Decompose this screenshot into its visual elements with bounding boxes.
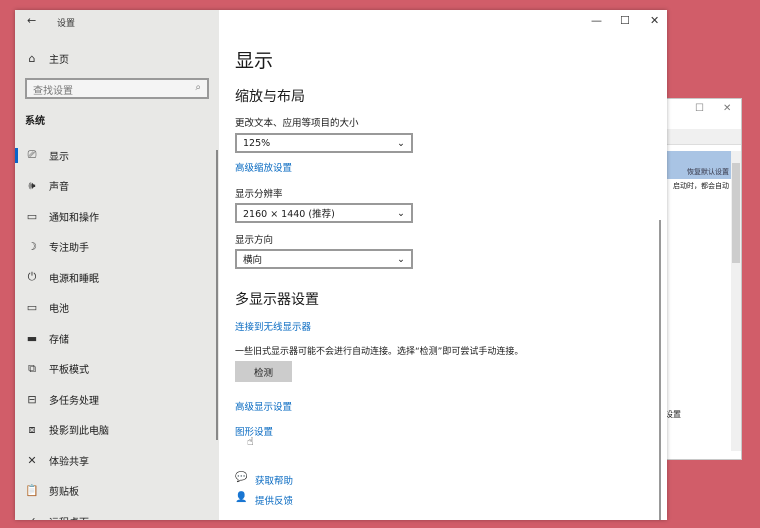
power-sleep-icon: ⏻ — [27, 270, 37, 283]
sidebar-item-label: 投影到此电脑 — [49, 426, 109, 437]
sidebar-item-label: 多任务处理 — [49, 395, 99, 407]
notifications-icon: ▭ — [26, 209, 38, 223]
sidebar-item-clipboard[interactable]: 📋 剪贴板 — [15, 476, 219, 506]
chevron-down-icon: ⌄ — [397, 207, 405, 219]
sidebar-item-label: 通知和操作 — [49, 212, 99, 224]
sidebar-item-battery[interactable]: ▭ 电池 — [15, 293, 219, 323]
sidebar-item-projecting[interactable]: ⧈ 投影到此电脑 — [15, 415, 219, 445]
content-scrollbar[interactable] — [659, 220, 661, 520]
background-titlebar: ☐ ✕ — [665, 99, 741, 123]
projecting-icon: ⧈ — [28, 422, 36, 436]
sidebar-item-shared-experiences[interactable]: ✕ 体验共享 — [15, 445, 219, 475]
tablet-mode-icon: ⧉ — [28, 361, 36, 375]
minimize-button[interactable]: — — [591, 14, 602, 27]
shared-experiences-icon: ✕ — [27, 453, 37, 467]
window-title: 设置 — [57, 19, 76, 29]
orientation-dropdown[interactable]: 横向 ⌄ — [235, 249, 413, 269]
home-label: 主页 — [49, 54, 69, 66]
wireless-display-link[interactable]: 连接到无线显示器 — [235, 319, 311, 333]
toolbar-band — [665, 129, 741, 145]
sidebar-item-label: 电源和睡眠 — [49, 273, 99, 285]
sidebar-item-home[interactable]: ⌂ 主页 — [15, 43, 219, 73]
home-icon: ⌂ — [28, 51, 36, 65]
sidebar-item-label: 剪贴板 — [49, 487, 79, 498]
maximize-button[interactable]: ☐ — [620, 14, 630, 27]
settings-window: ← 设置 ⌂ 主页 查找设置 ⌕ 系统 ⎚ 显示 🕪 声音 ▭ 通知和操作 ☽ 专注助手 ⏻ 电源和睡… — [15, 10, 667, 520]
focus-assist-icon: ☽ — [27, 240, 37, 253]
orientation-label: 显示方向 — [235, 235, 274, 246]
scale-value: 125% — [243, 137, 271, 149]
sidebar-item-label: 平板模式 — [49, 365, 89, 376]
sound-icon: 🕪 — [28, 178, 36, 192]
sidebar-item-label: 远程桌面 — [49, 514, 89, 521]
background-window: ☐ ✕ 恢复默认设置 启动时，都会自动 设置 — [664, 98, 742, 460]
background-bottom-text: 设置 — [665, 410, 681, 419]
search-placeholder: 查找设置 — [33, 86, 73, 97]
sidebar-scrollbar[interactable] — [216, 150, 218, 440]
resolution-value: 2160 × 1440 (推荐) — [243, 209, 335, 220]
sidebar-item-label: 声音 — [49, 182, 69, 193]
maximize-icon[interactable]: ☐ — [695, 103, 704, 114]
sidebar-item-focus-assist[interactable]: ☽ 专注助手 — [15, 232, 219, 262]
restore-defaults-banner[interactable]: 恢复默认设置 — [665, 151, 731, 179]
sidebar-item-label: 电池 — [49, 304, 69, 315]
sidebar-item-multitasking[interactable]: ⊟ 多任务处理 — [15, 384, 219, 414]
sidebar-item-sound[interactable]: 🕪 声音 — [15, 171, 219, 201]
sidebar-item-label: 专注助手 — [49, 243, 89, 254]
detect-button[interactable]: 检测 — [235, 361, 292, 382]
storage-icon: ▬ — [26, 331, 38, 345]
multi-display-heading: 多显示器设置 — [235, 292, 319, 308]
feedback-link[interactable]: 提供反馈 — [255, 493, 293, 507]
battery-icon: ▭ — [26, 301, 38, 314]
sidebar-item-storage[interactable]: ▬ 存储 — [15, 323, 219, 353]
orientation-value: 横向 — [243, 255, 263, 266]
sidebar: ← 设置 ⌂ 主页 查找设置 ⌕ 系统 ⎚ 显示 🕪 声音 ▭ 通知和操作 ☽ 专注助手 ⏻ 电源和睡… — [15, 10, 219, 520]
search-input[interactable]: 查找设置 ⌕ — [25, 78, 209, 99]
resolution-label: 显示分辨率 — [235, 189, 283, 200]
sidebar-item-label: 存储 — [49, 334, 69, 346]
scale-label: 更改文本、应用等项目的大小 — [235, 118, 359, 129]
clipboard-icon: 📋 — [25, 484, 39, 497]
back-arrow-icon[interactable]: ← — [27, 14, 36, 27]
remote-desktop-icon: ✓ — [25, 515, 39, 521]
advanced-scaling-link[interactable]: 高级缩放设置 — [235, 160, 292, 174]
section-heading: 系统 — [25, 116, 45, 127]
sidebar-item-power-sleep[interactable]: ⏻ 电源和睡眠 — [15, 262, 219, 292]
sidebar-item-label: 显示 — [49, 151, 69, 163]
search-icon: ⌕ — [195, 82, 201, 93]
detect-description: 一些旧式显示器可能不会进行自动连接。选择“检测”即可尝试手动连接。 — [235, 347, 524, 357]
chevron-down-icon: ⌄ — [397, 137, 405, 149]
close-icon[interactable]: ✕ — [723, 103, 731, 114]
sidebar-item-display[interactable]: ⎚ 显示 — [15, 140, 219, 170]
close-button[interactable]: ✕ — [650, 14, 659, 27]
sidebar-item-remote-desktop[interactable]: ✓ 远程桌面 — [15, 506, 219, 521]
display-icon: ⎚ — [27, 148, 37, 161]
sidebar-item-tablet-mode[interactable]: ⧉ 平板模式 — [15, 354, 219, 384]
graphics-settings-link[interactable]: 图形设置 — [235, 424, 273, 438]
get-help-link[interactable]: 获取帮助 — [255, 473, 293, 487]
background-text: 启动时，都会自动 — [673, 182, 729, 190]
scrollbar-thumb[interactable] — [732, 163, 740, 263]
hand-cursor-icon: ☝ — [247, 435, 254, 448]
scale-dropdown[interactable]: 125% ⌄ — [235, 133, 413, 153]
page-title: 显示 — [235, 50, 274, 72]
feedback-icon: 👤 — [235, 492, 248, 503]
scale-heading: 缩放与布局 — [235, 89, 305, 105]
resolution-dropdown[interactable]: 2160 × 1440 (推荐) ⌄ — [235, 203, 413, 223]
chevron-down-icon: ⌄ — [397, 253, 405, 265]
content-pane: — ☐ ✕ 显示 缩放与布局 更改文本、应用等项目的大小 125% ⌄ 高级缩放设… — [219, 10, 667, 520]
sidebar-item-label: 体验共享 — [49, 456, 89, 468]
multitasking-icon: ⊟ — [27, 392, 37, 406]
advanced-display-link[interactable]: 高级显示设置 — [235, 399, 292, 413]
help-icon: 💬 — [235, 472, 248, 483]
sidebar-item-notifications[interactable]: ▭ 通知和操作 — [15, 201, 219, 231]
